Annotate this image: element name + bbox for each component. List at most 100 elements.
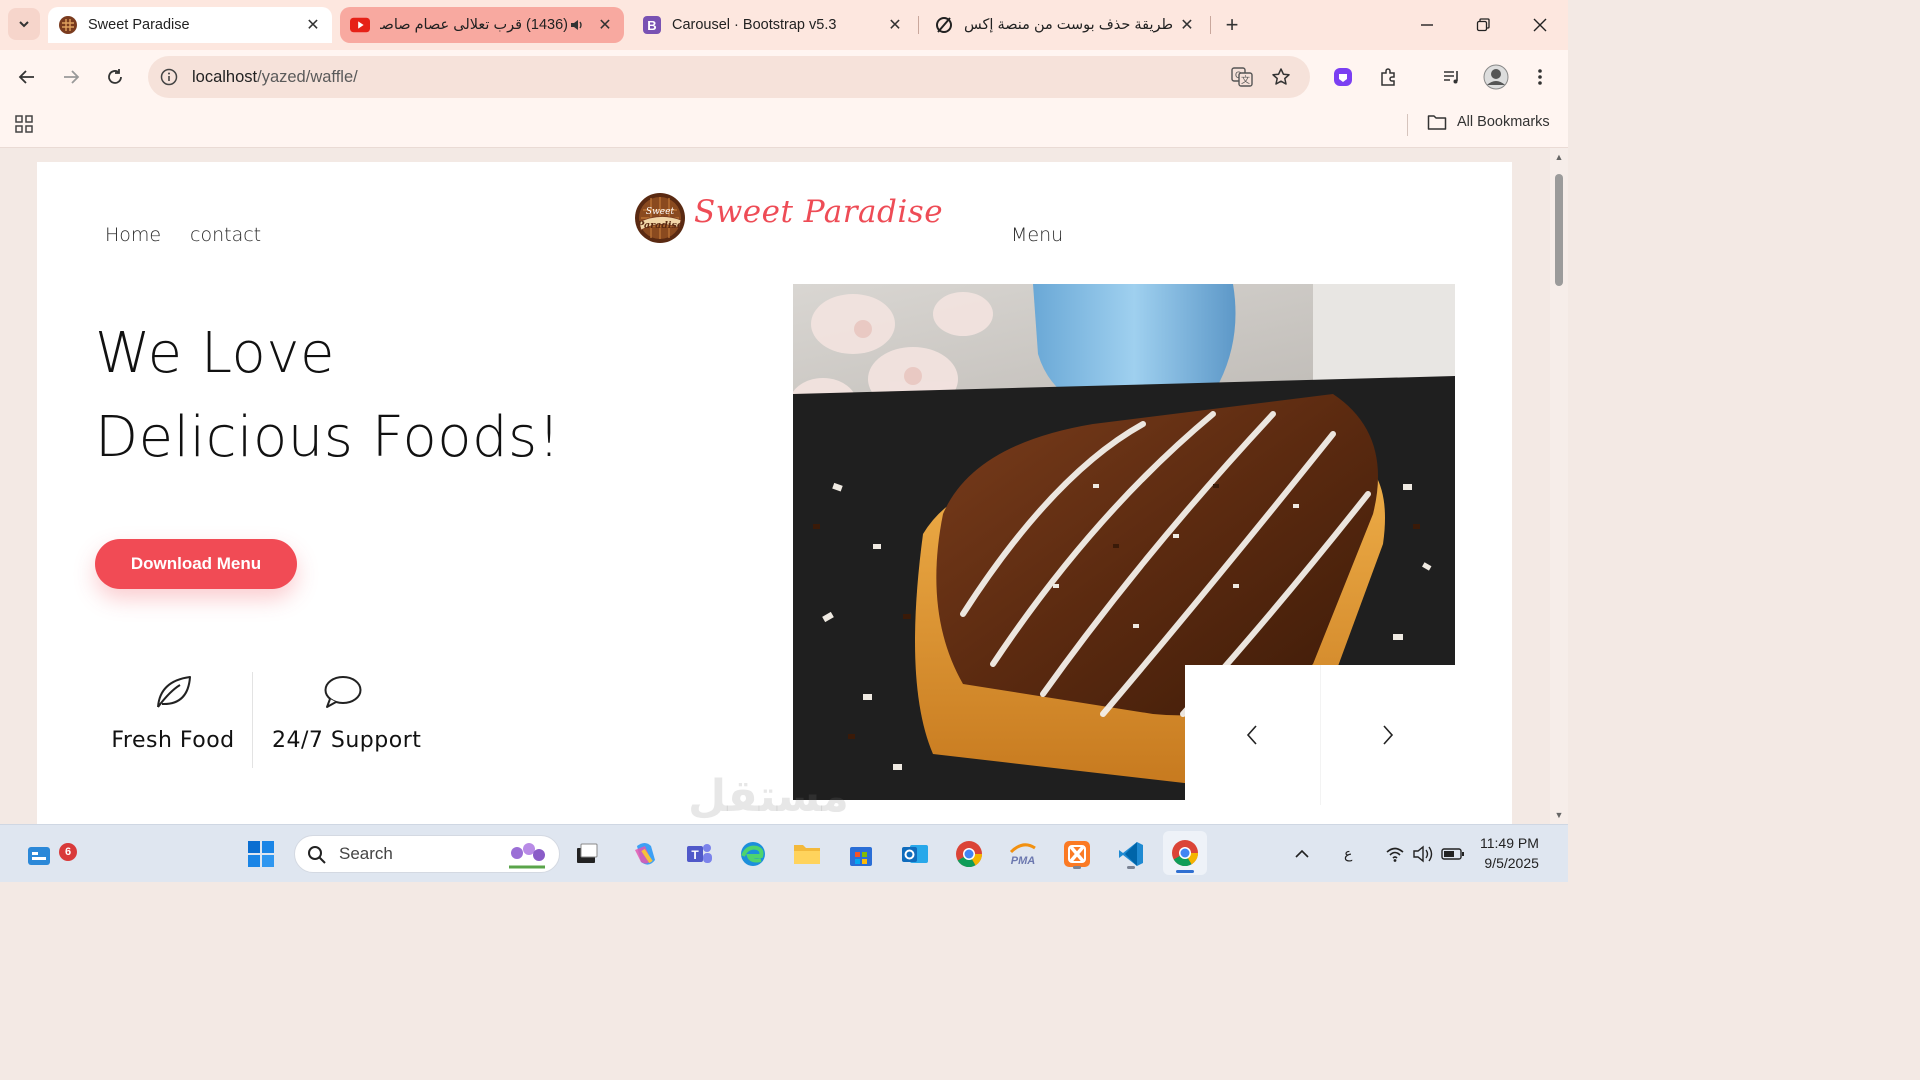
phpmyadmin-app[interactable]: PMA bbox=[1004, 835, 1042, 873]
scrollbar-thumb[interactable] bbox=[1555, 174, 1563, 286]
edge-app[interactable] bbox=[734, 835, 772, 873]
nav-link-home[interactable]: Home bbox=[105, 224, 161, 246]
chat-bubble-icon bbox=[272, 670, 412, 714]
nav-link-menu[interactable]: Menu bbox=[1011, 224, 1063, 246]
speaker-icon[interactable] bbox=[568, 16, 586, 34]
forward-button[interactable] bbox=[56, 62, 86, 92]
close-tab-icon[interactable]: ✕ bbox=[596, 16, 614, 34]
folder-icon bbox=[1427, 115, 1447, 130]
input-language[interactable]: ع bbox=[1344, 845, 1352, 862]
hero-title-line-1: We Love bbox=[95, 321, 335, 386]
close-tab-icon[interactable]: ✕ bbox=[304, 16, 322, 34]
watermark-text: مستقل bbox=[688, 771, 849, 822]
tab-sweet-paradise[interactable]: Sweet Paradise ✕ bbox=[48, 7, 332, 43]
reload-button[interactable] bbox=[100, 62, 130, 92]
clock-time: 11:49 PM bbox=[1480, 835, 1539, 851]
website-page: Home contact Menu Sweet Paradise Sweet P… bbox=[37, 162, 1512, 824]
copilot-app[interactable] bbox=[626, 835, 664, 873]
widgets-button[interactable]: 6 bbox=[20, 835, 77, 873]
copilot-icon bbox=[635, 843, 655, 865]
start-button[interactable] bbox=[242, 835, 280, 873]
nav-link-contact[interactable]: contact bbox=[190, 224, 261, 246]
tab-bootstrap[interactable]: B Carousel · Bootstrap v5.3 ✕ bbox=[632, 7, 914, 43]
more-menu-icon[interactable] bbox=[1526, 63, 1554, 91]
bookmark-star-icon[interactable] bbox=[1268, 64, 1294, 90]
logo-text-paradise: Paradise bbox=[636, 220, 683, 231]
extensions-puzzle-icon[interactable] bbox=[1374, 63, 1402, 91]
carousel-controls bbox=[1185, 665, 1455, 805]
address-bar[interactable]: localhost/yazed/waffle/ G文 bbox=[148, 56, 1310, 98]
tab-search-button[interactable] bbox=[8, 8, 40, 40]
search-highlight-flowers-icon bbox=[509, 843, 545, 869]
tab-strip: Sweet Paradise ✕ (1436) قرب تعلالى عصام … bbox=[0, 0, 1568, 50]
microsoft-store-app[interactable] bbox=[842, 835, 880, 873]
outlook-app[interactable] bbox=[896, 835, 934, 873]
scroll-up-icon[interactable]: ▲ bbox=[1554, 152, 1564, 162]
next-arrow-icon bbox=[1383, 725, 1393, 745]
task-view-button[interactable] bbox=[568, 835, 606, 873]
page-viewport: Home contact Menu Sweet Paradise Sweet P… bbox=[0, 148, 1568, 824]
chevron-down-icon bbox=[19, 21, 29, 28]
feature-divider bbox=[252, 672, 253, 768]
x-circle-icon bbox=[934, 15, 954, 35]
task-view-icon bbox=[577, 843, 598, 863]
scroll-down-icon[interactable]: ▼ bbox=[1554, 810, 1564, 820]
minimize-button[interactable] bbox=[1412, 10, 1442, 40]
reload-icon bbox=[108, 69, 122, 84]
xampp-icon bbox=[1064, 841, 1090, 867]
extension-purple-icon[interactable] bbox=[1329, 63, 1357, 91]
feature-support: 24/7 Support bbox=[272, 670, 421, 753]
waffle-favicon-icon bbox=[58, 15, 78, 35]
brand-name[interactable]: Sweet Paradise bbox=[694, 194, 943, 230]
leaf-icon bbox=[103, 670, 243, 714]
brand-logo[interactable]: Sweet Paradise bbox=[633, 190, 687, 244]
edge-icon bbox=[741, 842, 765, 866]
translate-icon[interactable]: G文 bbox=[1229, 64, 1255, 90]
url-text: localhost/yazed/waffle/ bbox=[192, 68, 358, 87]
store-icon bbox=[850, 847, 872, 866]
outlook-icon bbox=[902, 845, 928, 863]
site-info-icon[interactable] bbox=[156, 64, 182, 90]
restore-button[interactable] bbox=[1468, 10, 1498, 40]
browser-toolbar: localhost/yazed/waffle/ G文 bbox=[0, 50, 1568, 104]
feature-fresh-food: Fresh Food bbox=[103, 670, 243, 753]
tab-x-post[interactable]: طريقة حذف بوست من منصة إكس ✕ bbox=[924, 7, 1206, 43]
xampp-app[interactable] bbox=[1058, 835, 1096, 873]
new-tab-button[interactable]: + bbox=[1219, 12, 1245, 38]
show-hidden-icons-button[interactable] bbox=[1283, 835, 1321, 873]
download-menu-button[interactable]: Download Menu bbox=[95, 539, 297, 589]
hero-title: We Love Delicious Foods! bbox=[95, 312, 561, 480]
back-button[interactable] bbox=[12, 62, 42, 92]
arrow-right-icon bbox=[64, 70, 80, 84]
profile-avatar[interactable] bbox=[1482, 63, 1510, 91]
running-indicator bbox=[1073, 866, 1081, 869]
feature-label: Fresh Food bbox=[111, 728, 235, 753]
vscode-app[interactable] bbox=[1112, 835, 1150, 873]
carousel-prev-button[interactable] bbox=[1185, 665, 1320, 805]
windows-taskbar: 6 Search T PMA ع 11:49 PM 9/5/2025 bbox=[0, 824, 1568, 882]
teams-app[interactable]: T bbox=[680, 835, 718, 873]
close-tab-icon[interactable]: ✕ bbox=[1178, 16, 1196, 34]
carousel-next-button[interactable] bbox=[1319, 665, 1456, 805]
close-window-button[interactable] bbox=[1525, 10, 1555, 40]
page-scrollbar[interactable]: ▲ ▼ bbox=[1550, 148, 1568, 824]
running-indicator bbox=[1176, 870, 1194, 873]
tab-youtube[interactable]: (1436) قرب تعلالى عصام صاصا ✕ bbox=[340, 7, 624, 43]
folder-icon bbox=[794, 845, 820, 864]
system-clock[interactable]: 11:49 PM 9/5/2025 bbox=[1480, 833, 1539, 873]
close-tab-icon[interactable]: ✕ bbox=[886, 16, 904, 34]
taskbar-search[interactable]: Search bbox=[294, 835, 560, 873]
file-explorer-app[interactable] bbox=[788, 835, 826, 873]
youtube-icon bbox=[350, 15, 370, 35]
apps-grid-icon[interactable] bbox=[14, 114, 36, 136]
media-controls-icon[interactable] bbox=[1438, 63, 1466, 91]
chrome-app[interactable] bbox=[950, 835, 988, 873]
widgets-icon bbox=[28, 847, 50, 865]
tab-title: Carousel · Bootstrap v5.3 bbox=[672, 17, 837, 33]
chrome-active-app[interactable] bbox=[1163, 831, 1207, 875]
tab-separator bbox=[918, 16, 919, 34]
battery-icon[interactable] bbox=[1434, 835, 1472, 873]
notification-badge: 6 bbox=[59, 843, 77, 861]
bootstrap-icon: B bbox=[642, 15, 662, 35]
all-bookmarks-button[interactable]: All Bookmarks bbox=[1427, 113, 1550, 131]
